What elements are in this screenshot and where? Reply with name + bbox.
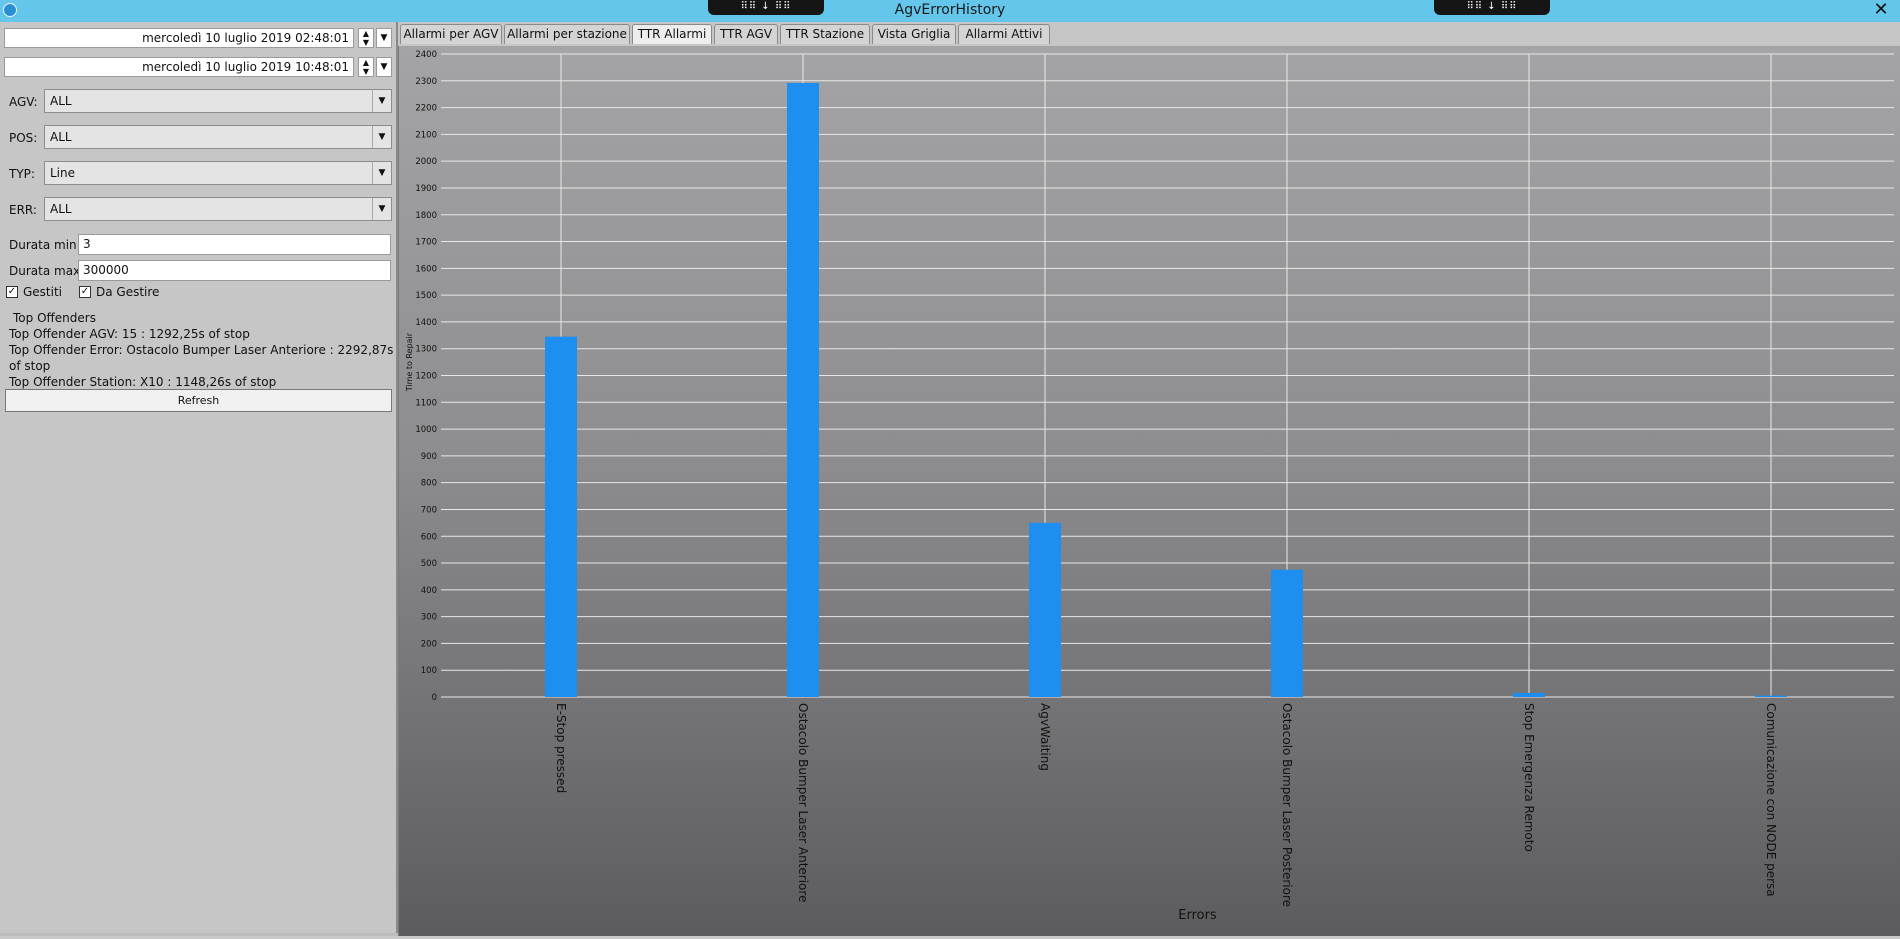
top-offender-station: Top Offender Station: X10 : 1148,26s of … xyxy=(9,375,277,389)
durata-max-label: Durata max: xyxy=(9,264,85,278)
bar xyxy=(545,336,577,697)
top-offenders-panel: Top Offenders Top Offender AGV: 15 : 129… xyxy=(9,310,396,390)
x-tick-label: E-Stop pressed xyxy=(554,703,568,793)
top-offender-error: Top Offender Error: Ostacolo Bumper Lase… xyxy=(9,343,394,373)
tab-ttr-stazione[interactable]: TTR Stazione xyxy=(780,24,870,44)
y-tick-label: 2300 xyxy=(415,77,437,87)
ttr-bar-chart: 0 100 200 300 400 500 600 700 800 900 1000 1100 1200… xyxy=(405,50,1894,923)
dock-handle-left[interactable]: ⠿⠿ ↓ ⠿⠿ xyxy=(708,0,824,15)
typ-select[interactable]: Line ▼ xyxy=(44,161,392,185)
y-tick-label: 1600 xyxy=(415,264,437,274)
durata-min-input[interactable]: 3 xyxy=(78,234,391,255)
y-axis-title: Time to Repair xyxy=(405,332,414,392)
agv-select[interactable]: ALL ▼ xyxy=(44,89,392,113)
tab-ttr-allarmi[interactable]: TTR Allarmi xyxy=(632,24,712,44)
tab-allarmi-per-agv[interactable]: Allarmi per AGV xyxy=(400,24,502,44)
bar xyxy=(1271,569,1303,697)
y-tick-label: 2400 xyxy=(415,50,437,60)
date-to-picker: mercoledì 10 luglio 2019 10:48:01 ▲ ▼ ▼ xyxy=(4,57,392,77)
filter-sidebar: mercoledì 10 luglio 2019 02:48:01 ▲ ▼ ▼ m… xyxy=(0,22,398,936)
bar xyxy=(1029,522,1061,697)
date-from-picker: mercoledì 10 luglio 2019 02:48:01 ▲ ▼ ▼ xyxy=(4,28,392,48)
y-tick-label: 0 xyxy=(432,693,437,703)
date-to-spinner[interactable]: ▲ ▼ xyxy=(358,57,374,77)
y-tick-label: 900 xyxy=(421,452,437,462)
gestiti-label: Gestiti xyxy=(23,285,63,299)
agv-label: AGV: xyxy=(9,95,38,109)
y-tick-label: 1900 xyxy=(415,184,437,194)
date-to-dropdown-icon[interactable]: ▼ xyxy=(376,57,392,77)
date-from-field[interactable]: mercoledì 10 luglio 2019 02:48:01 xyxy=(4,28,354,48)
y-tick-label: 1500 xyxy=(415,291,437,301)
bar xyxy=(787,82,819,697)
pos-select[interactable]: ALL ▼ xyxy=(44,125,392,149)
x-axis-title: Errors xyxy=(1178,908,1217,923)
tab-allarmi-attivi[interactable]: Allarmi Attivi xyxy=(958,24,1050,44)
tab-bar: Allarmi per AGV Allarmi per stazione TTR… xyxy=(398,22,1900,46)
err-value: ALL xyxy=(50,202,72,216)
close-button[interactable]: ✕ xyxy=(1870,0,1892,22)
x-tick-label: AgvWaiting xyxy=(1038,703,1052,771)
da-gestire-checkbox[interactable]: ✓ xyxy=(79,286,91,298)
durata-max-input[interactable]: 300000 xyxy=(78,260,391,281)
y-tick-label: 100 xyxy=(421,666,437,676)
title-bar: AgvErrorHistory ⠿⠿ ↓ ⠿⠿ ⠿⠿ ↓ ⠿⠿ ✕ xyxy=(0,0,1900,22)
y-tick-label: 300 xyxy=(421,613,437,623)
typ-chevron-down-icon[interactable]: ▼ xyxy=(372,162,391,184)
x-tick-label: Ostacolo Bumper Laser Anteriore xyxy=(796,703,810,902)
y-tick-label: 1100 xyxy=(415,398,437,408)
date-from-dropdown-icon[interactable]: ▼ xyxy=(376,28,392,48)
y-tick-label: 1400 xyxy=(415,318,437,328)
typ-value: Line xyxy=(50,166,76,180)
tab-vista-griglia[interactable]: Vista Griglia xyxy=(872,24,956,44)
da-gestire-label: Da Gestire xyxy=(96,285,160,299)
typ-label: TYP: xyxy=(9,167,35,181)
err-label: ERR: xyxy=(9,203,37,217)
y-tick-label: 600 xyxy=(421,532,437,542)
date-to-field[interactable]: mercoledì 10 luglio 2019 10:48:01 xyxy=(4,57,354,77)
pos-chevron-down-icon[interactable]: ▼ xyxy=(372,126,391,148)
refresh-button[interactable]: Refresh xyxy=(5,389,392,412)
bar xyxy=(1513,692,1545,697)
bar xyxy=(1755,695,1787,697)
y-tick-label: 2100 xyxy=(415,130,437,140)
agv-value: ALL xyxy=(50,94,72,108)
y-tick-label: 1800 xyxy=(415,211,437,221)
durata-min-label: Durata min: xyxy=(9,238,81,252)
agv-chevron-down-icon[interactable]: ▼ xyxy=(372,90,391,112)
x-tick-label: Comunicazione con NODE persa xyxy=(1764,703,1778,897)
x-tick-label: Stop Emergenza Remoto xyxy=(1522,703,1536,852)
y-tick-label: 2200 xyxy=(415,104,437,114)
x-tick-label: Ostacolo Bumper Laser Posteriore xyxy=(1280,703,1294,907)
date-from-spinner[interactable]: ▲ ▼ xyxy=(358,28,374,48)
y-tick-label: 1200 xyxy=(415,372,437,382)
y-tick-label: 800 xyxy=(421,479,437,489)
err-select[interactable]: ALL ▼ xyxy=(44,197,392,221)
y-tick-label: 1000 xyxy=(415,425,437,435)
y-tick-label: 1300 xyxy=(415,345,437,355)
y-tick-label: 500 xyxy=(421,559,437,569)
y-tick-label: 1700 xyxy=(415,238,437,248)
y-tick-label: 200 xyxy=(421,639,437,649)
err-chevron-down-icon[interactable]: ▼ xyxy=(372,198,391,220)
pos-label: POS: xyxy=(9,131,38,145)
top-offender-agv: Top Offender AGV: 15 : 1292,25s of stop xyxy=(9,327,250,341)
tab-allarmi-per-stazione[interactable]: Allarmi per stazione xyxy=(504,24,630,44)
dock-handle-right[interactable]: ⠿⠿ ↓ ⠿⠿ xyxy=(1434,0,1550,15)
window-title: AgvErrorHistory xyxy=(894,2,1006,18)
top-offenders-heading: Top Offenders xyxy=(13,311,96,325)
y-tick-label: 700 xyxy=(421,505,437,515)
gestiti-checkbox[interactable]: ✓ xyxy=(6,286,18,298)
tab-ttr-agv[interactable]: TTR AGV xyxy=(714,24,778,44)
pos-value: ALL xyxy=(50,130,72,144)
y-tick-label: 2000 xyxy=(415,157,437,167)
y-tick-label: 400 xyxy=(421,586,437,596)
chart-panel: 0 100 200 300 400 500 600 700 800 900 1000 1100 1200… xyxy=(398,46,1900,936)
